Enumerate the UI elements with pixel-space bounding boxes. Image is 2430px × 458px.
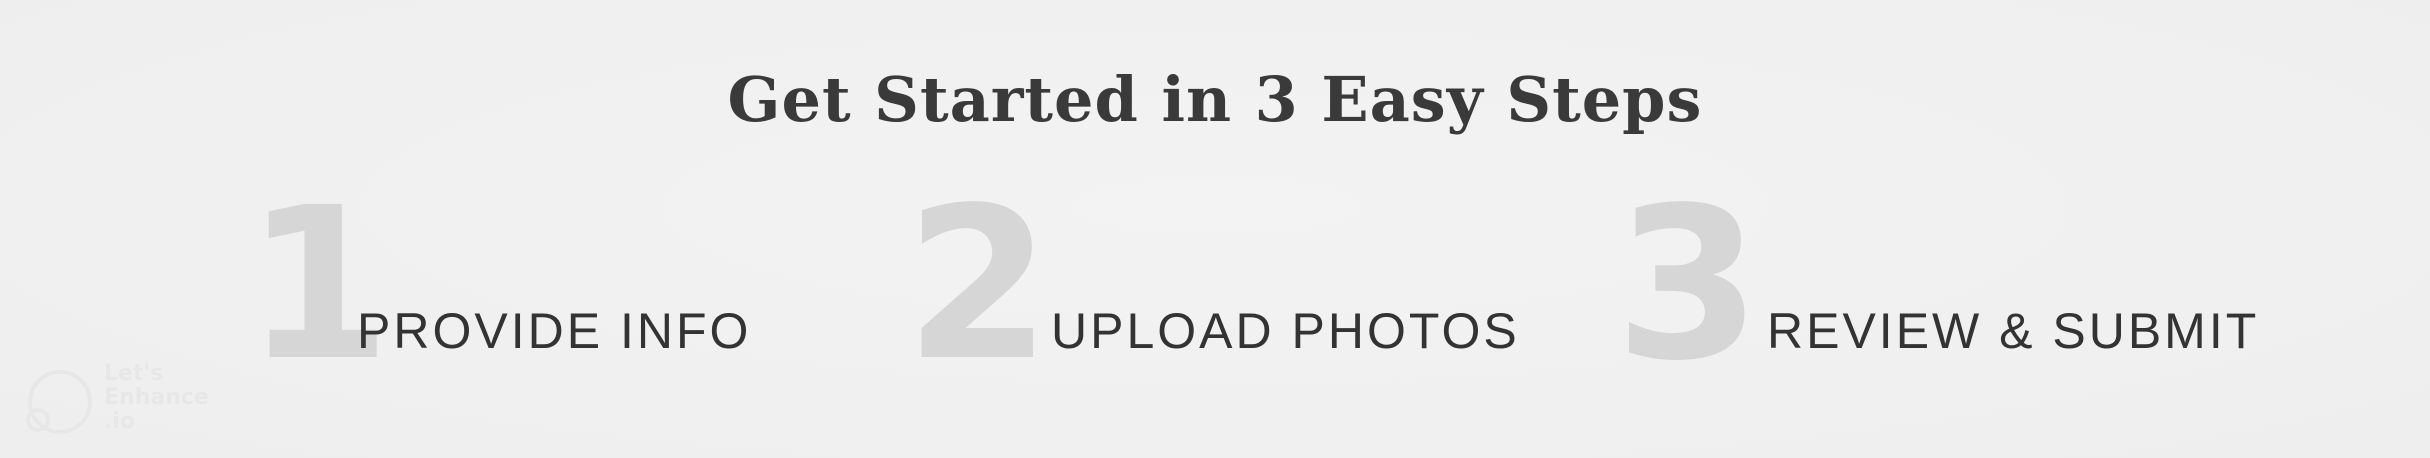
step-number: 3 — [1615, 162, 1762, 407]
watermark: Let's Enhance .io — [24, 362, 224, 434]
lets-enhance-logo-icon — [26, 370, 92, 434]
step-label: PROVIDE INFO — [357, 303, 752, 359]
page-title: Get Started in 3 Easy Steps — [727, 63, 1703, 136]
page: Get Started in 3 Easy Steps 1 PROVIDE IN… — [0, 0, 2430, 458]
step-label: UPLOAD PHOTOS — [1051, 303, 1520, 359]
watermark-text: Let's Enhance .io — [104, 361, 209, 434]
step-label: REVIEW & SUBMIT — [1767, 303, 2260, 359]
step-number: 2 — [905, 162, 1052, 407]
